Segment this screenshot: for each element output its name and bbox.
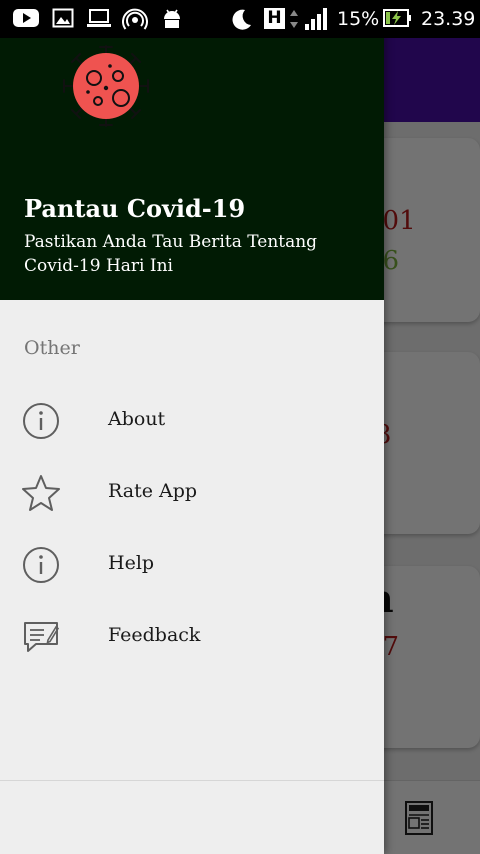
- android-icon: [164, 9, 180, 28]
- moon-icon: [232, 9, 251, 30]
- feedback-icon: [24, 622, 60, 652]
- network-type-badge: H: [264, 8, 285, 29]
- gallery-icon: [52, 8, 74, 28]
- drawer-header: Pantau Covid-19 Pastikan Anda Tau Berita…: [0, 0, 384, 300]
- drawer-divider: [0, 780, 384, 781]
- clock: 23.39: [421, 8, 476, 30]
- menu-item-label: Rate App: [108, 480, 198, 502]
- menu-item-label: About: [108, 408, 166, 430]
- youtube-icon: [13, 9, 39, 27]
- status-bar: H 15% 23.39: [0, 0, 480, 38]
- data-arrows-icon: [290, 10, 298, 28]
- virus-icon: [63, 45, 149, 127]
- menu-item-feedback[interactable]: Feedback: [0, 601, 384, 673]
- hotspot-icon: [122, 8, 148, 30]
- menu-item-label: Help: [108, 552, 155, 574]
- laptop-icon: [87, 9, 111, 27]
- info-icon: [23, 547, 59, 583]
- signal-icon: [305, 8, 327, 30]
- star-icon: [22, 475, 60, 511]
- app-title: Pantau Covid-19: [24, 194, 246, 223]
- section-label-other: Other: [24, 337, 80, 359]
- menu-item-rate-app[interactable]: Rate App: [0, 457, 384, 529]
- menu-item-about[interactable]: About: [0, 385, 384, 457]
- screen: 301 76 5 -8 7 n 57 5: [0, 0, 480, 854]
- battery-charging-icon: [383, 9, 411, 27]
- battery-percent: 15%: [337, 8, 380, 30]
- menu-item-help[interactable]: Help: [0, 529, 384, 601]
- app-subtitle: Pastikan Anda Tau Berita Tentang Covid-1…: [24, 232, 318, 276]
- menu-item-label: Feedback: [108, 624, 201, 646]
- navigation-drawer: Pantau Covid-19 Pastikan Anda Tau Berita…: [0, 0, 384, 854]
- info-icon: [23, 403, 59, 439]
